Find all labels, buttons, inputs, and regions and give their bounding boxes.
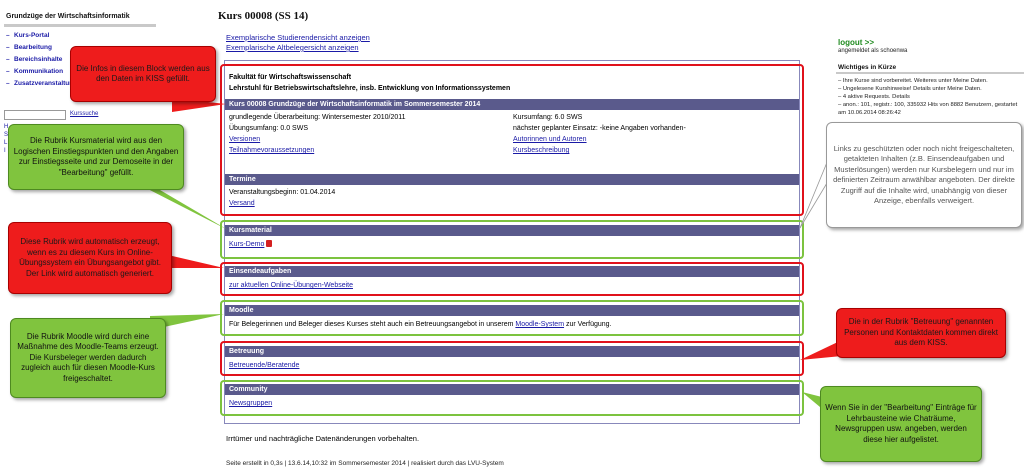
note-moodle: Die Rubrik Moodle wird durch eine Maßnah…: [10, 318, 166, 398]
note-kiss-info: Die Infos in diesem Block werden aus den…: [70, 46, 216, 102]
note-community: Wenn Sie in der "Bearbeitung" Einträge f…: [820, 386, 982, 462]
news-title: Wichtiges in Kürze: [838, 64, 897, 71]
news-list: – Ihre Kurse sind vorbereitet. Weiteres …: [838, 77, 1024, 117]
disclaimer: Irrtümer und nachträgliche Datenänderung…: [226, 434, 420, 443]
news-item: – Ungelesene Kurshinweise! Details unter…: [838, 86, 982, 92]
news-item: – 4 aktive Requests. Details: [838, 94, 910, 100]
note-protected-links: Links zu geschützten oder noch nicht fre…: [826, 122, 1022, 228]
news-divider: [836, 72, 1024, 74]
logged-in-user: angemeldet als schoenwa: [838, 48, 908, 54]
news-item: – anon.: 101, registr.: 100, 335932 Hits…: [838, 102, 1018, 116]
note-kursmaterial: Die Rubrik Kursmaterial wird aus den Log…: [8, 124, 184, 190]
logout-link[interactable]: logout >>: [838, 38, 874, 47]
note-betreuung: Die in der Rubrik "Betreuung" genannten …: [836, 308, 1006, 358]
page-generated-info: Seite erstellt in 0,3s | 13.6.14,10:32 i…: [226, 460, 504, 467]
news-item: – Ihre Kurse sind vorbereitet. Weiteres …: [838, 78, 988, 84]
note-einsende: Diese Rubrik wird automatisch erzeugt, w…: [8, 222, 172, 294]
